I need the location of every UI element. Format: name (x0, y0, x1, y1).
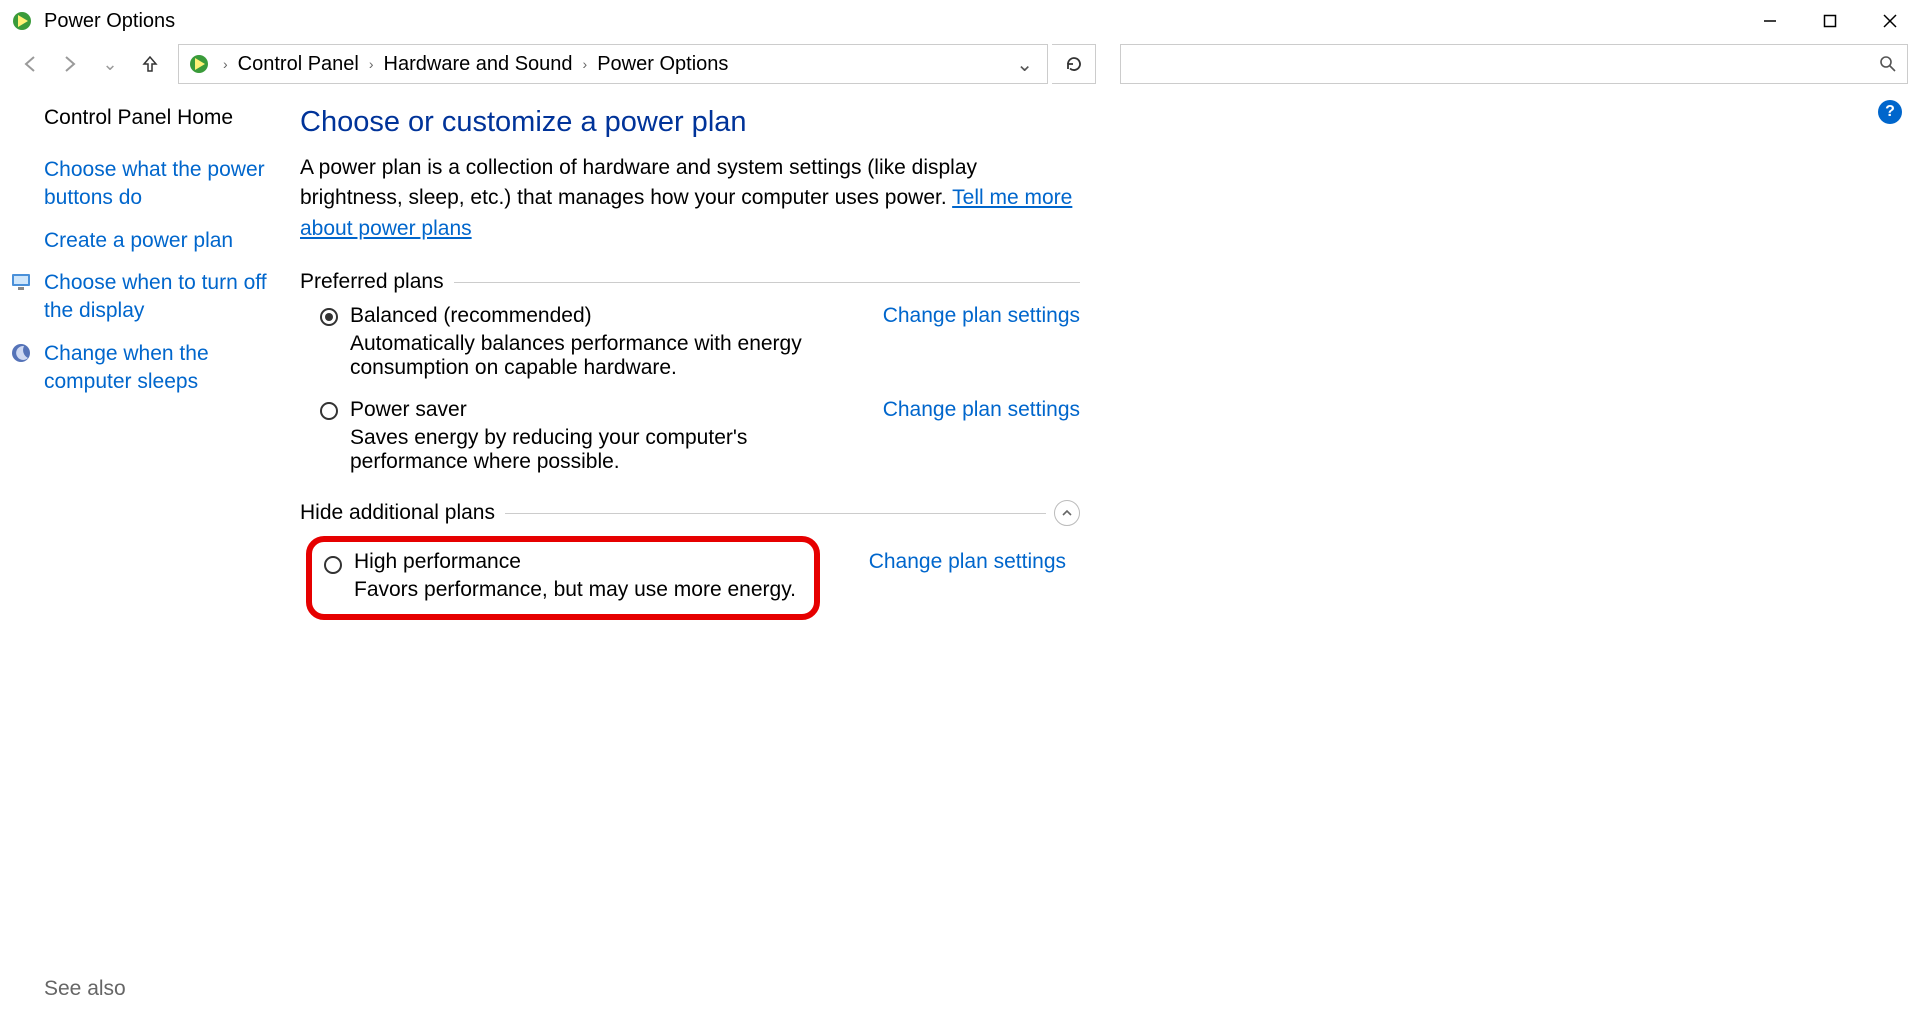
plan-name[interactable]: Power saver (350, 398, 863, 422)
plan-balanced: Balanced (recommended) Automatically bal… (320, 304, 1080, 380)
up-button[interactable] (132, 46, 168, 82)
plan-body: Power saver Saves energy by reducing you… (350, 398, 863, 474)
page-description: A power plan is a collection of hardware… (300, 153, 1080, 244)
power-options-icon (187, 52, 211, 76)
desc-text: A power plan is a collection of hardware… (300, 156, 977, 209)
preferred-plans-label: Preferred plans (300, 270, 1080, 294)
chevron-right-icon: › (219, 56, 232, 72)
search-box[interactable] (1120, 44, 1908, 84)
moon-icon (10, 342, 32, 364)
plan-name[interactable]: Balanced (recommended) (350, 304, 863, 328)
sidebar-link-label: Change when the computer sleeps (44, 342, 209, 393)
plan-desc: Favors performance, but may use more ene… (354, 578, 796, 602)
chevron-right-icon: › (579, 56, 592, 72)
change-plan-settings-link[interactable]: Change plan settings (883, 304, 1080, 328)
sidebar: Control Panel Home Choose what the power… (0, 86, 300, 1031)
refresh-button[interactable] (1052, 44, 1096, 84)
page-heading: Choose or customize a power plan (300, 106, 1880, 139)
control-panel-home-link[interactable]: Control Panel Home (44, 106, 284, 130)
recent-dropdown[interactable]: ⌄ (92, 46, 128, 82)
titlebar: Power Options (0, 0, 1920, 42)
plan-high-performance-row: High performance Favors performance, but… (306, 536, 1066, 620)
divider (454, 282, 1080, 283)
highlight-annotation: High performance Favors performance, but… (306, 536, 820, 620)
window-buttons (1740, 0, 1920, 42)
sidebar-link-label: Create a power plan (44, 229, 233, 252)
sidebar-link-computer-sleeps[interactable]: Change when the computer sleeps (44, 340, 284, 397)
back-button[interactable] (12, 46, 48, 82)
sidebar-link-power-buttons[interactable]: Choose what the power buttons do (44, 156, 284, 213)
minimize-button[interactable] (1740, 0, 1800, 42)
plan-desc: Saves energy by reducing your computer's… (350, 426, 863, 474)
radio-balanced[interactable] (320, 308, 338, 326)
plan-name[interactable]: High performance (354, 550, 796, 574)
address-bar[interactable]: › Control Panel › Hardware and Sound › P… (178, 44, 1048, 84)
power-options-icon (10, 9, 34, 33)
monitor-icon (10, 271, 32, 293)
divider (505, 513, 1046, 514)
section-label-text: Preferred plans (300, 270, 454, 294)
forward-button[interactable] (52, 46, 88, 82)
plan-desc: Automatically balances performance with … (350, 332, 863, 380)
breadcrumb-leaf[interactable]: Power Options (591, 53, 734, 76)
sidebar-link-turn-off-display[interactable]: Choose when to turn off the display (44, 269, 284, 326)
sidebar-link-label: Choose when to turn off the display (44, 271, 267, 322)
radio-power-saver[interactable] (320, 402, 338, 420)
change-plan-settings-link[interactable]: Change plan settings (869, 550, 1066, 574)
plan-power-saver: Power saver Saves energy by reducing you… (320, 398, 1080, 474)
main-content: ? Choose or customize a power plan A pow… (300, 86, 1920, 1031)
address-dropdown[interactable]: ⌄ (1010, 52, 1039, 77)
body: Control Panel Home Choose what the power… (0, 86, 1920, 1031)
help-icon[interactable]: ? (1878, 100, 1902, 124)
close-button[interactable] (1860, 0, 1920, 42)
radio-high-performance[interactable] (324, 556, 342, 574)
sidebar-link-label: Choose what the power buttons do (44, 158, 265, 209)
search-icon (1879, 55, 1897, 73)
additional-plans-label[interactable]: Hide additional plans (300, 500, 1080, 526)
breadcrumb-root[interactable]: Control Panel (232, 53, 365, 76)
window-title: Power Options (44, 10, 1740, 33)
see-also-label: See also (44, 977, 126, 1001)
chevron-right-icon: › (365, 56, 378, 72)
sidebar-link-create-plan[interactable]: Create a power plan (44, 227, 284, 255)
breadcrumb-mid[interactable]: Hardware and Sound (378, 53, 579, 76)
section-label-text: Hide additional plans (300, 501, 505, 525)
change-plan-settings-link[interactable]: Change plan settings (883, 398, 1080, 422)
navbar: ⌄ › Control Panel › Hardware and Sound ›… (0, 42, 1920, 86)
maximize-button[interactable] (1800, 0, 1860, 42)
collapse-toggle[interactable] (1054, 500, 1080, 526)
plan-body: High performance Favors performance, but… (354, 550, 796, 602)
plan-body: Balanced (recommended) Automatically bal… (350, 304, 863, 380)
